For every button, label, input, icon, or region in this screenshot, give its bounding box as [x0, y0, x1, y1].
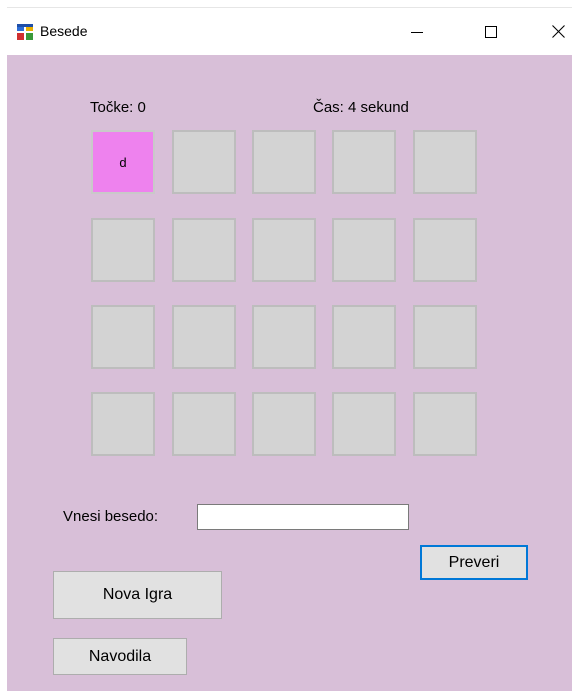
letter-tile[interactable]	[252, 305, 316, 369]
letter-tile[interactable]	[91, 305, 155, 369]
maximize-icon	[484, 25, 497, 38]
game-panel: Točke: 0 Čas: 4 sekund d Vnesi besedo: P…	[7, 55, 572, 691]
window-title: Besede	[40, 23, 88, 39]
letter-tile[interactable]	[332, 392, 396, 456]
app-window-icon	[17, 24, 33, 40]
letter-tile[interactable]	[413, 305, 477, 369]
word-input-label: Vnesi besedo:	[63, 508, 159, 525]
word-input[interactable]	[197, 504, 409, 530]
letter-tile[interactable]	[172, 305, 236, 369]
time-label: Čas: 4 sekund	[313, 99, 409, 116]
letter-tile[interactable]	[332, 305, 396, 369]
letter-tile[interactable]	[413, 218, 477, 282]
minimize-button[interactable]	[393, 8, 440, 55]
letter-tile[interactable]	[252, 392, 316, 456]
instructions-button[interactable]: Navodila	[53, 638, 187, 675]
score-label: Točke: 0	[90, 99, 146, 116]
letter-tile[interactable]	[172, 130, 236, 194]
letter-tile[interactable]: d	[91, 130, 155, 194]
close-icon	[552, 25, 565, 38]
letter-tile[interactable]	[91, 218, 155, 282]
letter-tile[interactable]	[252, 130, 316, 194]
maximize-button[interactable]	[467, 8, 514, 55]
letter-tile[interactable]	[252, 218, 316, 282]
letter-tile[interactable]	[332, 218, 396, 282]
check-button[interactable]: Preveri	[420, 545, 528, 580]
app-window: Besede Točke: 0 Čas: 4 sekund d Vnesi be…	[7, 7, 572, 691]
title-bar: Besede	[7, 8, 572, 55]
minimize-icon	[410, 31, 423, 33]
new-game-button[interactable]: Nova Igra	[53, 571, 222, 619]
letter-tile[interactable]	[413, 392, 477, 456]
letter-tile[interactable]	[172, 218, 236, 282]
letter-tile[interactable]	[172, 392, 236, 456]
letter-tile[interactable]	[91, 392, 155, 456]
letter-tile[interactable]	[332, 130, 396, 194]
letter-tile[interactable]	[413, 130, 477, 194]
close-button[interactable]	[535, 8, 579, 55]
